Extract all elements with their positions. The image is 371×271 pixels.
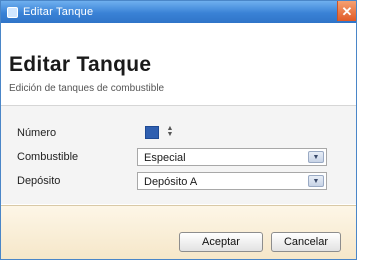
numero-spinner-buttons[interactable]: ▲ ▼	[164, 125, 176, 139]
accept-button[interactable]: Aceptar	[179, 232, 263, 252]
app-icon	[7, 6, 18, 18]
combustible-select[interactable]: Especial ▼	[137, 148, 327, 166]
numero-label: Número	[17, 127, 57, 139]
chevron-down-icon[interactable]: ▼	[308, 151, 324, 163]
deposito-value: Depósito A	[144, 176, 198, 188]
close-button[interactable]: ✕	[337, 1, 356, 21]
chevron-down-icon[interactable]: ▼	[308, 175, 324, 187]
close-icon: ✕	[341, 3, 353, 19]
combustible-label: Combustible	[17, 151, 79, 163]
deposito-row: Depósito Depósito A ▼	[1, 172, 356, 192]
window-title: Editar Tanque	[23, 6, 94, 18]
deposito-label: Depósito	[17, 175, 61, 187]
spin-down-icon[interactable]: ▼	[167, 131, 174, 138]
cancel-button[interactable]: Cancelar	[271, 232, 341, 252]
deposito-select[interactable]: Depósito A ▼	[137, 172, 327, 190]
combustible-value: Especial	[144, 152, 186, 164]
page-subtitle: Edición de tanques de combustible	[9, 83, 165, 94]
dialog-footer: Aceptar Cancelar	[1, 205, 356, 259]
page-title: Editar Tanque	[9, 53, 152, 76]
numero-row: Número ▲ ▼	[1, 124, 356, 144]
combustible-row: Combustible Especial ▼	[1, 148, 356, 168]
edit-tank-dialog: Editar Tanque ✕ Editar Tanque Edición de…	[0, 0, 357, 260]
title-bar[interactable]: Editar Tanque ✕	[1, 1, 356, 23]
numero-spinner-field[interactable]	[145, 126, 159, 139]
tank-form: Número ▲ ▼ Combustible Especial ▼ Depósi…	[1, 106, 356, 204]
dialog-header: Editar Tanque Edición de tanques de comb…	[1, 23, 356, 106]
